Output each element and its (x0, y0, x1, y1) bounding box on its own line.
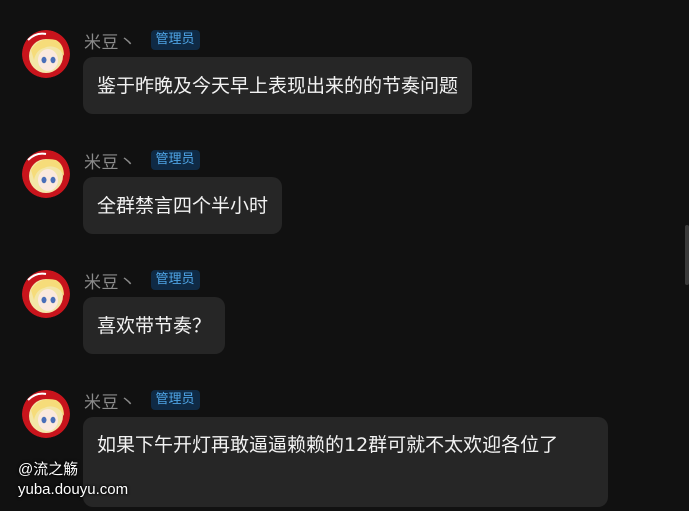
message-header: 米豆丶 管理员 (84, 148, 200, 173)
avatar[interactable] (22, 270, 70, 318)
watermark: @流之觞 yuba.douyu.com (18, 460, 128, 500)
chat-window: 米豆丶 管理员 鉴于昨晚及今天早上表现出来的的节奏问题 米豆丶 管理员 全群禁言… (0, 0, 689, 511)
sender-name[interactable]: 米豆丶 (84, 148, 137, 173)
anime-avatar-icon (22, 390, 70, 438)
message-bubble[interactable]: 如果下午开灯再敢逼逼赖赖的12群可就不太欢迎各位了 (83, 417, 608, 507)
anime-avatar-icon (22, 30, 70, 78)
avatar[interactable] (22, 30, 70, 78)
sender-name[interactable]: 米豆丶 (84, 28, 137, 53)
watermark-site: yuba.douyu.com (18, 481, 129, 498)
admin-badge: 管理员 (150, 150, 200, 170)
anime-avatar-icon (22, 270, 70, 318)
message-header: 米豆丶 管理员 (84, 268, 200, 293)
admin-badge: 管理员 (150, 270, 200, 290)
admin-badge: 管理员 (150, 30, 200, 50)
message-bubble[interactable]: 鉴于昨晚及今天早上表现出来的的节奏问题 (83, 57, 473, 114)
anime-avatar-icon (22, 150, 70, 198)
message-header: 米豆丶 管理员 (84, 28, 200, 53)
scrollbar[interactable] (685, 225, 689, 285)
sender-name[interactable]: 米豆丶 (84, 268, 137, 293)
admin-badge: 管理员 (150, 390, 200, 410)
avatar[interactable] (22, 150, 70, 198)
avatar[interactable] (22, 390, 70, 438)
message-bubble[interactable]: 全群禁言四个半小时 (83, 177, 283, 234)
message-header: 米豆丶 管理员 (84, 388, 200, 413)
watermark-user: @流之觞 (18, 461, 79, 478)
message-bubble[interactable]: 喜欢带节奏？ (83, 297, 226, 354)
sender-name[interactable]: 米豆丶 (84, 388, 137, 413)
